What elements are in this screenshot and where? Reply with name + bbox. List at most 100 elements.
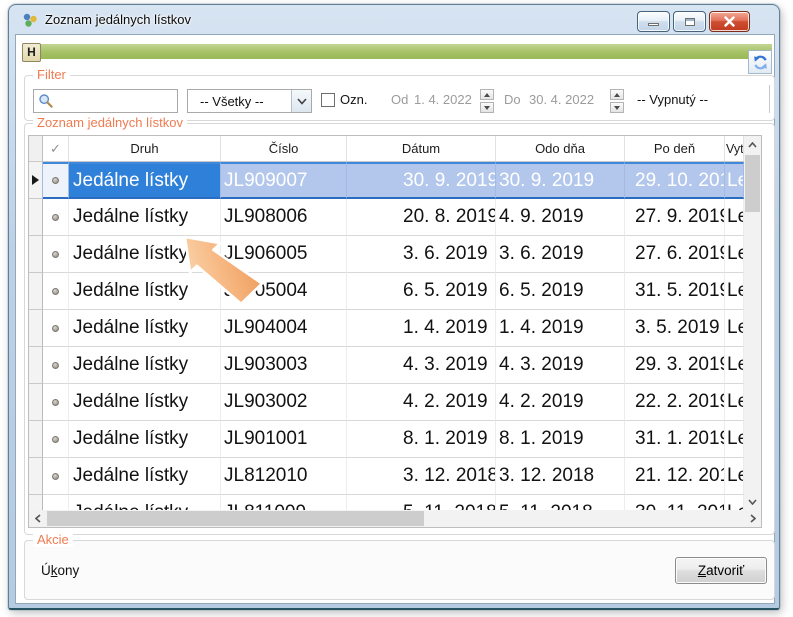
cell-vyt[interactable]: Le — [725, 495, 744, 510]
row-check-cell[interactable] — [43, 199, 69, 236]
cell-po-den[interactable]: 27. 6. 2019 — [625, 236, 725, 273]
zatvorit-button[interactable]: Zatvoriť — [675, 557, 767, 584]
cell-vyt[interactable]: Le — [725, 347, 744, 384]
cell-po-den[interactable]: 22. 2. 2019 — [625, 384, 725, 421]
ozn-checkbox[interactable] — [321, 93, 335, 107]
type-select-arrow[interactable] — [291, 90, 311, 112]
cell-po-den[interactable]: 31. 5. 2019 — [625, 273, 725, 310]
table-row[interactable]: Jedálne lístky JL908006 20. 8. 2019 4. 9… — [29, 199, 744, 236]
row-check-cell[interactable] — [43, 347, 69, 384]
table-row[interactable]: Jedálne lístky JL905004 6. 5. 2019 6. 5.… — [29, 273, 744, 310]
table-row[interactable]: Jedálne lístky JL903003 4. 3. 2019 4. 3.… — [29, 347, 744, 384]
cell-druh[interactable]: Jedálne lístky — [69, 458, 221, 495]
table-row[interactable]: Jedálne lístky JL906005 3. 6. 2019 3. 6.… — [29, 236, 744, 273]
cell-datum[interactable]: 5. 11. 2018 — [347, 495, 496, 510]
cell-datum[interactable]: 6. 5. 2019 — [347, 273, 496, 310]
cell-druh[interactable]: Jedálne lístky — [69, 162, 221, 199]
search-input[interactable] — [33, 89, 178, 113]
od-date-value[interactable]: 1. 4. 2022 — [414, 92, 472, 107]
cell-po-den[interactable]: 30. 11. 2018 — [625, 495, 725, 510]
cell-cislo[interactable]: JL904004 — [221, 310, 347, 347]
header-po-den[interactable]: Po deň — [625, 136, 725, 162]
cell-cislo[interactable]: JL909007 — [221, 162, 347, 199]
od-date-spinner[interactable] — [480, 89, 494, 113]
cell-datum[interactable]: 4. 2. 2019 — [347, 384, 496, 421]
table-row[interactable]: Jedálne lístky JL812010 3. 12. 2018 3. 1… — [29, 458, 744, 495]
cell-datum[interactable]: 30. 9. 2019 — [347, 162, 496, 199]
cell-cislo[interactable]: JL905004 — [221, 273, 347, 310]
scroll-up-button[interactable] — [744, 136, 761, 153]
cell-po-den[interactable]: 31. 1. 2019 — [625, 421, 725, 458]
cell-datum[interactable]: 3. 6. 2019 — [347, 236, 496, 273]
table-row[interactable]: Jedálne lístky JL909007 30. 9. 2019 30. … — [29, 162, 744, 199]
cell-druh[interactable]: Jedálne lístky — [69, 273, 221, 310]
header-vyt[interactable]: Vyt — [725, 136, 744, 162]
refresh-button[interactable] — [748, 50, 772, 74]
maximize-button[interactable] — [673, 11, 706, 32]
row-check-cell[interactable] — [43, 310, 69, 347]
cell-odo-dna[interactable]: 30. 9. 2019 — [496, 162, 625, 199]
cell-po-den[interactable]: 3. 5. 2019 — [625, 310, 725, 347]
cell-vyt[interactable]: Le — [725, 236, 744, 273]
cell-odo-dna[interactable]: 6. 5. 2019 — [496, 273, 625, 310]
cell-datum[interactable]: 3. 12. 2018 — [347, 458, 496, 495]
scroll-right-button[interactable] — [744, 510, 761, 527]
row-check-cell[interactable] — [43, 458, 69, 495]
row-check-cell[interactable] — [43, 273, 69, 310]
table-row[interactable]: Jedálne lístky JL811009 5. 11. 2018 5. 1… — [29, 495, 744, 510]
cell-po-den[interactable]: 29. 3. 2019 — [625, 347, 725, 384]
cell-odo-dna[interactable]: 4. 3. 2019 — [496, 347, 625, 384]
cell-druh[interactable]: Jedálne lístky — [69, 236, 221, 273]
header-datum[interactable]: Dátum — [347, 136, 496, 162]
table-row[interactable]: Jedálne lístky JL903002 4. 2. 2019 4. 2.… — [29, 384, 744, 421]
cell-druh[interactable]: Jedálne lístky — [69, 199, 221, 236]
close-window-button[interactable] — [709, 11, 750, 32]
cell-cislo[interactable]: JL903002 — [221, 384, 347, 421]
header-cislo[interactable]: Číslo — [221, 136, 347, 162]
row-check-cell[interactable] — [43, 421, 69, 458]
cell-po-den[interactable]: 29. 10. 2019 — [625, 162, 725, 199]
cell-vyt[interactable]: Le — [725, 199, 744, 236]
do-date-value[interactable]: 30. 4. 2022 — [529, 92, 594, 107]
cell-odo-dna[interactable]: 4. 2. 2019 — [496, 384, 625, 421]
cell-vyt[interactable]: Le — [725, 384, 744, 421]
header-odo-dna[interactable]: Odo dňa — [496, 136, 625, 162]
cell-datum[interactable]: 8. 1. 2019 — [347, 421, 496, 458]
cell-odo-dna[interactable]: 5. 11. 2018 — [496, 495, 625, 510]
do-spin-up-icon[interactable] — [610, 89, 624, 100]
cell-vyt[interactable]: Le — [725, 310, 744, 347]
cell-datum[interactable]: 1. 4. 2019 — [347, 310, 496, 347]
cell-odo-dna[interactable]: 3. 6. 2019 — [496, 236, 625, 273]
type-select[interactable]: -- Všetky -- — [187, 89, 312, 113]
cell-cislo[interactable]: JL811009 — [221, 495, 347, 510]
horizontal-scrollbar[interactable] — [29, 510, 761, 527]
od-spin-down-icon[interactable] — [480, 102, 494, 113]
cell-druh[interactable]: Jedálne lístky — [69, 347, 221, 384]
table-row[interactable]: Jedálne lístky JL904004 1. 4. 2019 1. 4.… — [29, 310, 744, 347]
cell-po-den[interactable]: 27. 9. 2019 — [625, 199, 725, 236]
h-toolbar-button[interactable]: H — [22, 43, 41, 62]
titlebar[interactable]: Zoznam jedálnych lístkov — [9, 5, 779, 34]
cell-cislo[interactable]: JL908006 — [221, 199, 347, 236]
cell-odo-dna[interactable]: 1. 4. 2019 — [496, 310, 625, 347]
cell-odo-dna[interactable]: 3. 12. 2018 — [496, 458, 625, 495]
cell-cislo[interactable]: JL903003 — [221, 347, 347, 384]
cell-vyt[interactable]: Le — [725, 162, 744, 199]
cell-druh[interactable]: Jedálne lístky — [69, 310, 221, 347]
cell-druh[interactable]: Jedálne lístky — [69, 384, 221, 421]
cell-druh[interactable]: Jedálne lístky — [69, 495, 221, 510]
cell-po-den[interactable]: 21. 12. 2018 — [625, 458, 725, 495]
scroll-left-button[interactable] — [29, 510, 46, 527]
ukony-menu[interactable]: Úkony — [41, 563, 79, 578]
cell-odo-dna[interactable]: 8. 1. 2019 — [496, 421, 625, 458]
cell-cislo[interactable]: JL906005 — [221, 236, 347, 273]
cell-vyt[interactable]: Le — [725, 421, 744, 458]
cell-druh[interactable]: Jedálne lístky — [69, 421, 221, 458]
header-check[interactable]: ✓ — [43, 136, 69, 162]
row-check-cell[interactable] — [43, 384, 69, 421]
do-spin-down-icon[interactable] — [610, 102, 624, 113]
row-check-cell[interactable] — [43, 162, 69, 199]
cell-datum[interactable]: 4. 3. 2019 — [347, 347, 496, 384]
cell-datum[interactable]: 20. 8. 2019 — [347, 199, 496, 236]
minimize-button[interactable] — [637, 11, 670, 32]
